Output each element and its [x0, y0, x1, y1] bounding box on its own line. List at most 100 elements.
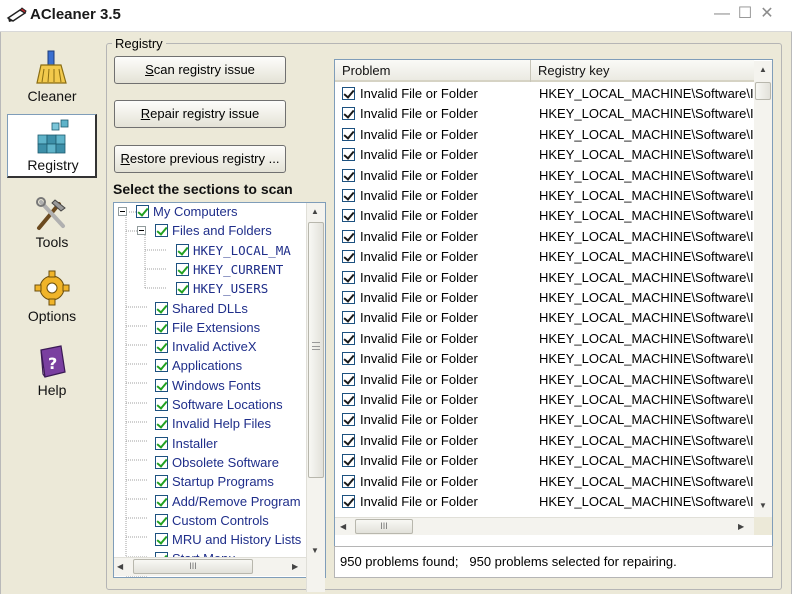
cell-registry-key: HKEY_LOCAL_MACHINE\Software\I — [539, 188, 753, 203]
nav-item-registry[interactable]: Registry — [7, 114, 97, 178]
results-scroll-up-icon[interactable]: ▲ — [759, 65, 767, 74]
tree-item-checkbox[interactable] — [155, 301, 168, 315]
row-checkbox[interactable] — [342, 229, 355, 243]
row-checkbox[interactable] — [342, 189, 355, 202]
row-checkbox[interactable] — [342, 372, 355, 386]
results-scroll-right-icon[interactable]: ▶ — [738, 522, 744, 531]
tree-item-checkbox[interactable] — [155, 340, 168, 354]
cell-registry-key: HKEY_LOCAL_MACHINE\Software\I — [539, 432, 753, 448]
results-horizontal-thumb[interactable]: III — [355, 519, 413, 534]
table-row[interactable]: Invalid File or Folder HKEY_LOCAL_MACHINE… — [340, 206, 754, 226]
table-row[interactable]: Invalid File or Folder HKEY_LOCAL_MACHINE… — [340, 431, 754, 451]
table-row[interactable]: Invalid File or Folder HKEY_LOCAL_MACHINE… — [340, 492, 754, 512]
tree-item-checkbox[interactable] — [155, 224, 168, 238]
tree-item-checkbox[interactable] — [155, 513, 168, 527]
row-checkbox[interactable] — [342, 87, 355, 100]
nav-item-help[interactable]: ? Help — [7, 340, 97, 404]
row-checkbox[interactable] — [342, 331, 355, 345]
column-header-registry-key[interactable]: Registry key — [531, 60, 754, 82]
results-vertical-thumb[interactable] — [755, 82, 771, 100]
tree-item-checkbox[interactable] — [176, 243, 189, 257]
tree-item-checkbox[interactable] — [155, 494, 168, 508]
table-row[interactable]: Invalid File or Folder HKEY_LOCAL_MACHINE… — [340, 186, 754, 206]
tree-item-label: MRU and History Lists — [172, 532, 302, 548]
tree-collapse-icon[interactable] — [137, 226, 146, 236]
cell-problem: Invalid File or Folder — [360, 330, 478, 346]
tree-item-checkbox[interactable] — [155, 398, 168, 411]
tree-item-checkbox[interactable] — [155, 475, 168, 489]
results-scroll-down-icon[interactable]: ▼ — [759, 501, 767, 510]
table-row[interactable]: Invalid File or Folder HKEY_LOCAL_MACHINE… — [340, 308, 754, 328]
table-row[interactable]: Invalid File or Folder HKEY_LOCAL_MACHINE… — [340, 472, 754, 492]
tree-scroll-right-icon[interactable]: ▶ — [292, 562, 298, 571]
tree-item-checkbox[interactable] — [155, 436, 168, 450]
table-row[interactable]: Invalid File or Folder HKEY_LOCAL_MACHINE… — [340, 84, 754, 104]
nav-label-cleaner: Cleaner — [27, 88, 77, 104]
scan-registry-button[interactable]: Scan registry issue — [114, 56, 286, 84]
restore-registry-button[interactable]: Restore previous registry ... — [114, 145, 286, 173]
tree-item-checkbox[interactable] — [176, 282, 189, 296]
tree-item-checkbox[interactable] — [155, 320, 168, 334]
cell-registry-key: HKEY_LOCAL_MACHINE\Software\I — [539, 106, 753, 122]
tree-scroll-left-icon[interactable]: ◀ — [117, 562, 123, 571]
table-row[interactable]: Invalid File or Folder HKEY_LOCAL_MACHINE… — [340, 166, 754, 186]
tree-item-checkbox[interactable] — [155, 533, 168, 547]
column-header-problem[interactable]: Problem — [335, 60, 531, 82]
tree-item-checkbox[interactable] — [136, 205, 149, 218]
row-checkbox[interactable] — [342, 270, 355, 284]
row-checkbox[interactable] — [342, 209, 355, 223]
tree-item-label: Custom Controls — [172, 512, 269, 528]
row-checkbox[interactable] — [342, 107, 355, 121]
cell-problem: Invalid File or Folder — [360, 290, 478, 305]
cell-registry-key: HKEY_LOCAL_MACHINE\Software\I — [539, 290, 753, 305]
tree-item-checkbox[interactable] — [155, 455, 168, 469]
cell-problem: Invalid File or Folder — [360, 167, 478, 183]
table-row[interactable]: Invalid File or Folder HKEY_LOCAL_MACHINE… — [340, 349, 754, 369]
row-checkbox[interactable] — [342, 433, 355, 447]
table-row[interactable]: Invalid File or Folder HKEY_LOCAL_MACHINE… — [340, 410, 754, 430]
table-row[interactable]: Invalid File or Folder HKEY_LOCAL_MACHINE… — [340, 451, 754, 471]
row-checkbox[interactable] — [342, 250, 355, 264]
table-row[interactable]: Invalid File or Folder HKEY_LOCAL_MACHINE… — [340, 390, 754, 410]
row-checkbox[interactable] — [342, 352, 355, 366]
tree-horizontal-thumb[interactable]: III — [133, 559, 253, 574]
table-row[interactable]: Invalid File or Folder HKEY_LOCAL_MACHINE… — [340, 329, 754, 349]
table-row[interactable]: Invalid File or Folder HKEY_LOCAL_MACHINE… — [340, 247, 754, 267]
tree-item-label: File Extensions — [172, 319, 261, 335]
minimize-button[interactable]: — — [713, 5, 731, 23]
nav-item-cleaner[interactable]: Cleaner — [7, 46, 97, 110]
results-vertical-scrollbar[interactable] — [754, 61, 772, 518]
table-row[interactable]: Invalid File or Folder HKEY_LOCAL_MACHINE… — [340, 104, 754, 124]
table-row[interactable]: Invalid File or Folder HKEY_LOCAL_MACHINE… — [340, 125, 754, 145]
table-row[interactable]: Invalid File or Folder HKEY_LOCAL_MACHINE… — [340, 268, 754, 288]
row-checkbox[interactable] — [342, 127, 355, 141]
repair-registry-button[interactable]: Repair registry issue — [114, 100, 286, 128]
tree-scroll-down-icon[interactable]: ▼ — [311, 546, 319, 555]
table-row[interactable]: Invalid File or Folder HKEY_LOCAL_MACHINE… — [340, 227, 754, 247]
tree-item-checkbox[interactable] — [155, 359, 168, 373]
table-row[interactable]: Invalid File or Folder HKEY_LOCAL_MACHINE… — [340, 288, 754, 308]
row-checkbox[interactable] — [342, 495, 355, 508]
tree-item-checkbox[interactable] — [155, 378, 168, 392]
maximize-button[interactable]: ☐ — [736, 5, 754, 23]
row-checkbox[interactable] — [342, 311, 355, 325]
nav-item-options[interactable]: Options — [7, 266, 97, 330]
tree-scroll-up-icon[interactable]: ▲ — [311, 207, 319, 216]
tree-item-checkbox[interactable] — [176, 262, 189, 276]
row-checkbox[interactable] — [342, 393, 355, 406]
row-checkbox[interactable] — [342, 474, 355, 488]
registry-cubes-icon — [37, 119, 69, 154]
row-checkbox[interactable] — [342, 148, 355, 162]
row-checkbox[interactable] — [342, 454, 355, 468]
row-checkbox[interactable] — [342, 168, 355, 182]
table-row[interactable]: Invalid File or Folder HKEY_LOCAL_MACHINE… — [340, 145, 754, 165]
row-checkbox[interactable] — [342, 413, 355, 427]
table-row[interactable]: Invalid File or Folder HKEY_LOCAL_MACHINE… — [340, 370, 754, 390]
close-button[interactable]: ✕ — [758, 5, 776, 23]
tree-item-checkbox[interactable] — [155, 417, 168, 431]
tree-collapse-icon[interactable] — [118, 207, 127, 216]
tree-vertical-thumb[interactable] — [308, 222, 324, 478]
results-scroll-left-icon[interactable]: ◀ — [340, 522, 346, 531]
nav-item-tools[interactable]: Tools — [7, 192, 97, 256]
row-checkbox[interactable] — [342, 291, 355, 304]
